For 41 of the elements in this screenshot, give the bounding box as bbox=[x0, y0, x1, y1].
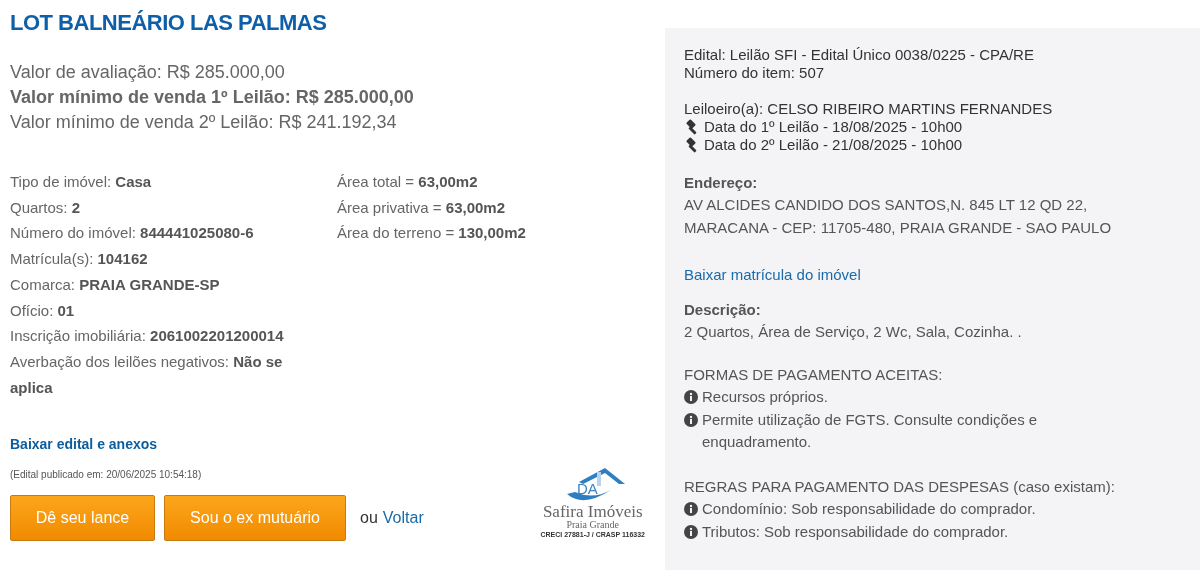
info-icon bbox=[684, 412, 698, 427]
auction-date: Data do 1º Leilão - 18/08/2025 - 10h00 bbox=[704, 118, 963, 136]
valuation-line: Valor mínimo de venda 2º Leilão: R$ 241.192,34 bbox=[10, 111, 398, 134]
page-title: LOT BALNEÁRIO LAS PALMAS bbox=[10, 10, 328, 36]
edital-text: Edital: Leilão SFI - Edital Único 0038/0225 - CPA/RE bbox=[684, 46, 1035, 64]
area-line: Área do terreno = 130,00m2 bbox=[337, 223, 526, 244]
expenses-heading: REGRAS PARA PAGAMENTO DAS DESPESAS (caso existam): bbox=[684, 476, 1116, 497]
area-line: Área total = 63,00m2 bbox=[337, 172, 479, 192]
logo-name: Safira Imóveis bbox=[542, 504, 643, 521]
payment-item: Recursos próprios. bbox=[702, 387, 828, 407]
valuation-line: Valor de avaliação: R$ 285.000,00 bbox=[10, 61, 286, 84]
payment-item: Permite utilização de FGTS. Consulte condições e enquadramento. bbox=[702, 409, 1039, 452]
detail-line: Matrícula(s): 104162 bbox=[10, 249, 149, 270]
address-heading: Endereço: bbox=[684, 173, 759, 193]
auction-date: Data do 2º Leilão - 21/08/2025 - 10h00 bbox=[704, 136, 963, 154]
expense-item: Tributos: Sob responsabilidade do comprador. bbox=[702, 521, 1009, 542]
published-date: (Edital publicado em: 20/06/2025 10:54:18) bbox=[10, 469, 203, 481]
detail-line: Quartos: 2 bbox=[10, 197, 82, 218]
detail-line: Ofício: 01 bbox=[10, 300, 76, 321]
detail-line: Comarca: PRAIA GRANDE-SP bbox=[10, 274, 221, 295]
detail-line: Tipo de imóvel: Casa bbox=[10, 172, 153, 192]
detail-line: Averbação dos leilões negativos: Não se aplica bbox=[10, 351, 284, 398]
or-text: ou bbox=[360, 509, 378, 528]
registry-link[interactable]: Baixar matrícula do imóvel bbox=[684, 265, 1140, 285]
info-icon bbox=[684, 390, 698, 404]
info-icon bbox=[684, 502, 698, 516]
item-number: Número do item: 507 bbox=[684, 64, 826, 82]
payment-heading: FORMAS DE PAGAMENTO ACEITAS: bbox=[684, 364, 944, 385]
expense-item: Condomínio: Sob responsabilidade do comprador. bbox=[702, 499, 1036, 519]
description-text: 2 Quartos, Área de Serviço, 2 Wc, Sala, Cozinha. . bbox=[684, 322, 1023, 342]
detail-line: Inscrição imobiliária: 2061002201200014 bbox=[10, 326, 285, 347]
back-link[interactable]: Voltar bbox=[382, 509, 424, 528]
description-heading: Descrição: bbox=[684, 300, 762, 320]
auctioneer-text: Leiloeiro(a): CELSO RIBEIRO MARTINS FERNANDES bbox=[684, 100, 1054, 118]
logo-city: Praia Grande bbox=[566, 520, 619, 531]
area-line: Área privativa = 63,00m2 bbox=[337, 197, 507, 218]
info-icon bbox=[684, 524, 698, 539]
valuation-line: Valor mínimo de venda 1º Leilão: R$ 285.000,00 bbox=[10, 86, 415, 109]
detail-line: Número do imóvel: 844441025080-6 bbox=[10, 223, 255, 244]
address-text: AV ALCIDES CANDIDO DOS SANTOS,N. 845 LT 12 QD 22, MARACANA - CEP: 11705-480, PRAIA GRANDE - SAO PAULO bbox=[684, 195, 1113, 238]
download-link[interactable]: Baixar edital e anexos bbox=[10, 436, 158, 453]
